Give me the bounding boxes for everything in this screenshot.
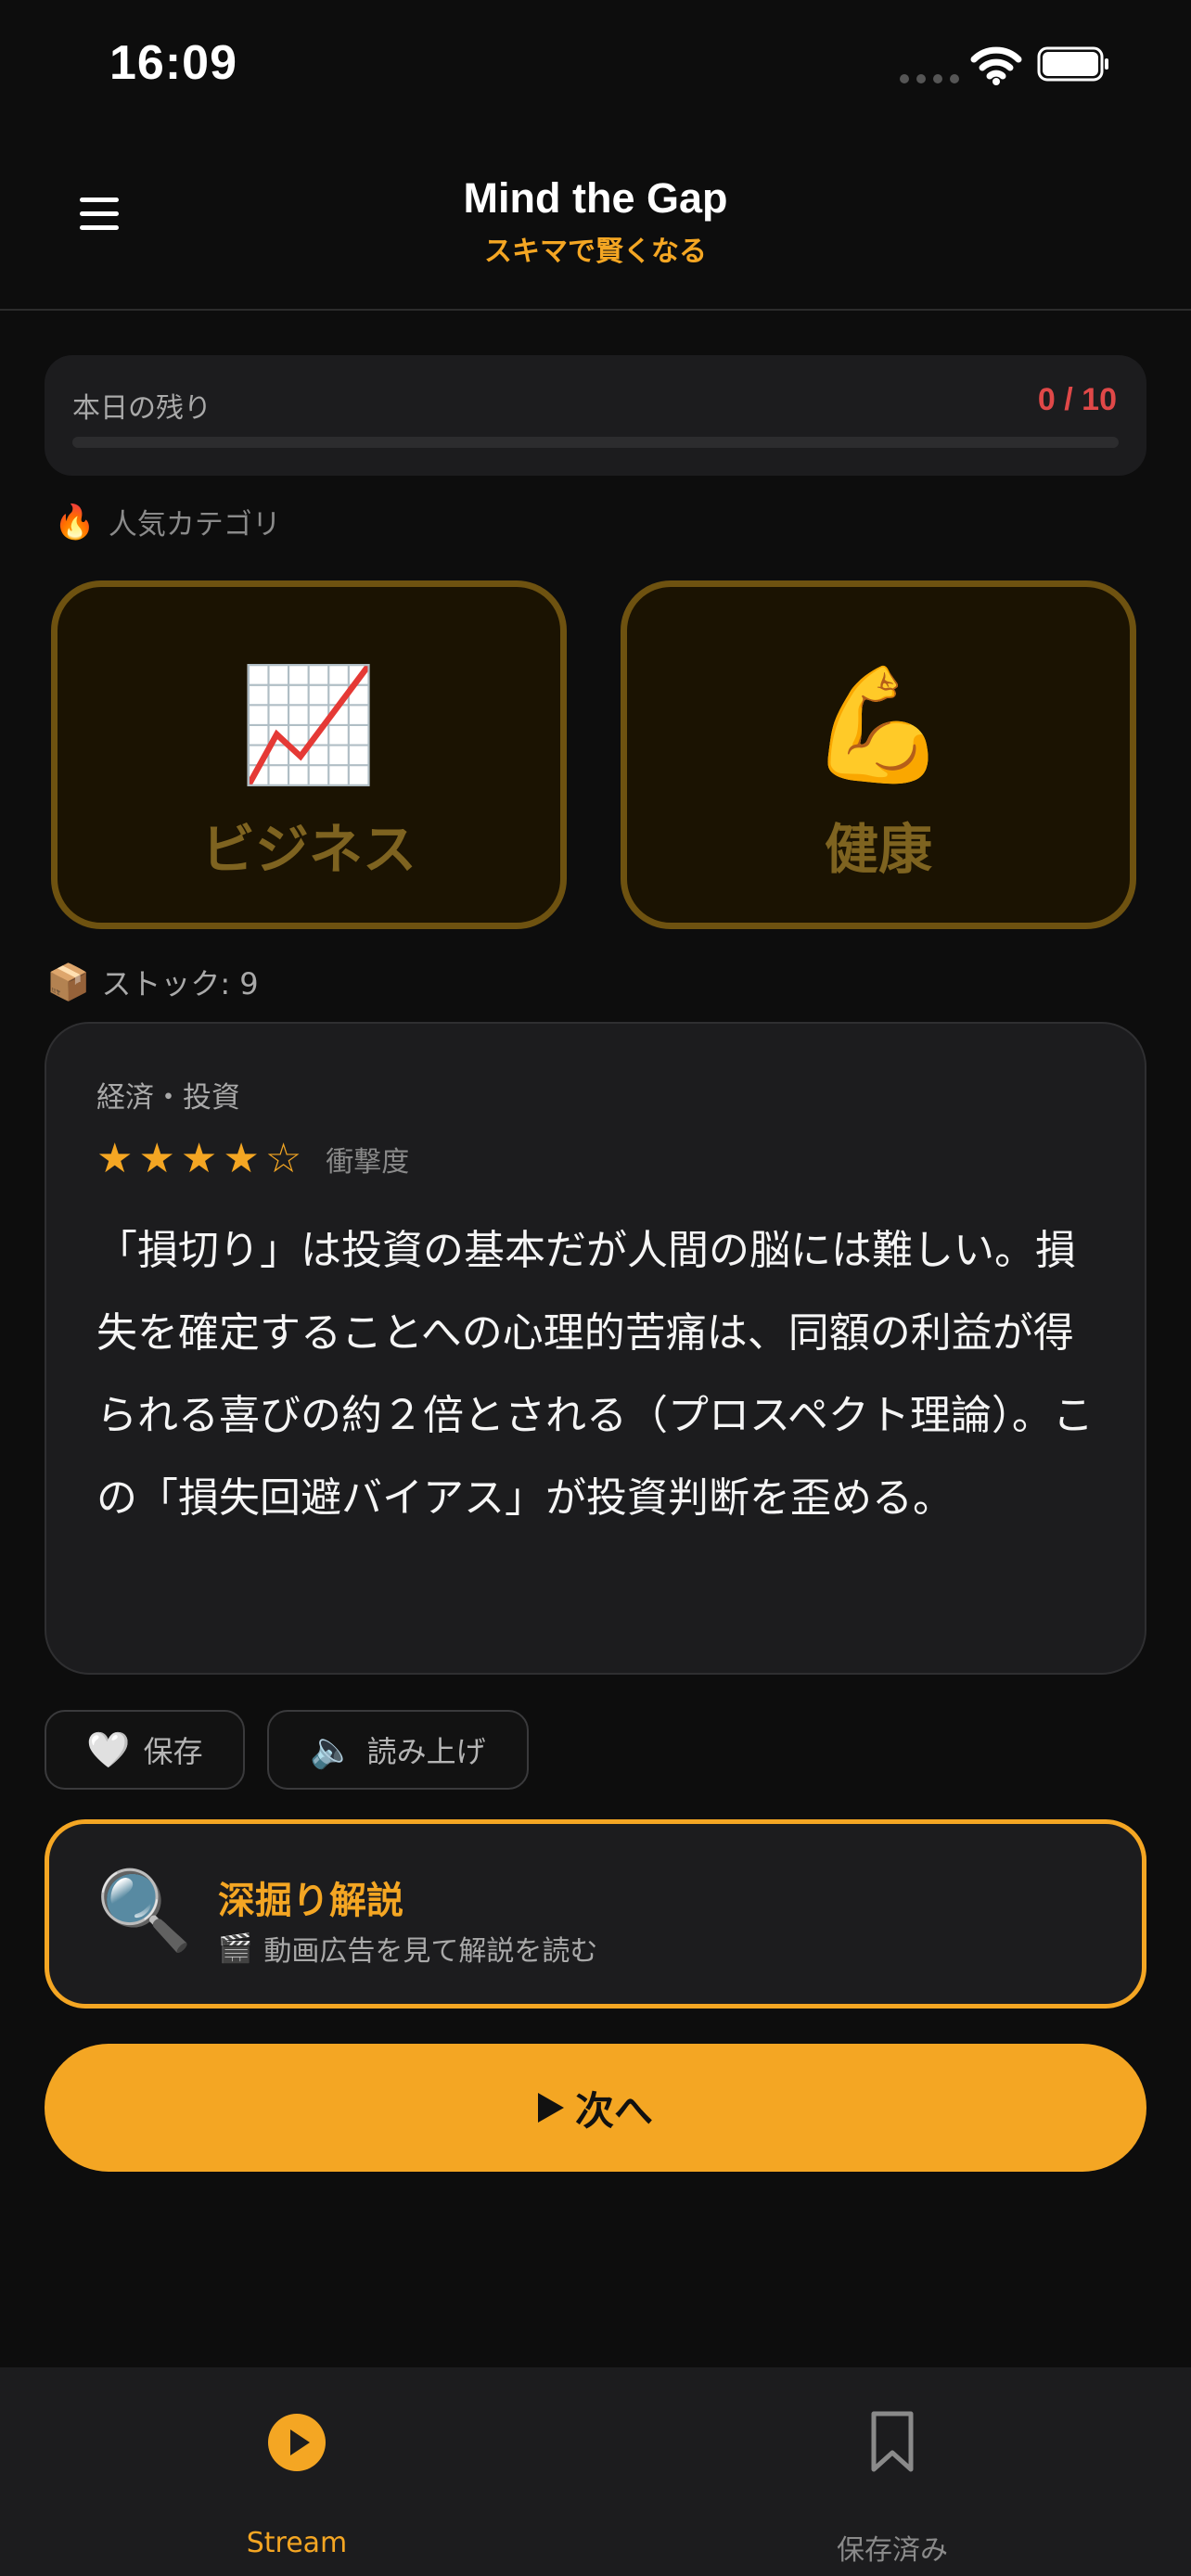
battery-icon (1037, 46, 1108, 82)
chart-increasing-icon: 📈 (239, 661, 378, 790)
category-label: 健康 (824, 818, 932, 881)
tab-stream-label: Stream (246, 2527, 348, 2559)
deep-dive-subtitle-text: 動画広告を見て解説を読む (263, 1935, 598, 1968)
header-divider (0, 309, 1191, 311)
star-icon: ★ (180, 1135, 218, 1182)
fire-icon: 🔥 (54, 503, 96, 542)
app-subtitle: スキマで賢くなる (484, 236, 707, 268)
deep-dive-button[interactable]: 🔍 深掘り解説 🎬 動画広告を見て解説を読む (45, 1819, 1146, 2009)
next-label: 次へ (574, 2087, 653, 2134)
tab-saved-label: 保存済み (837, 2534, 948, 2567)
star-outline-icon: ☆ (264, 1135, 302, 1182)
tab-stream[interactable]: Stream (111, 2367, 482, 2576)
stock-count: 📦 ストック: 9 (46, 961, 259, 1003)
stock-label: ストック: 9 (101, 966, 259, 1001)
category-card-health[interactable]: 💪 健康 (621, 580, 1136, 929)
heart-icon: 🤍 (86, 1728, 131, 1770)
impact-label: 衝撃度 (326, 1146, 410, 1179)
impact-rating: ★ ★ ★ ★ ☆ 衝撃度 (96, 1139, 409, 1180)
bookmark-icon (871, 2411, 914, 2472)
speaker-icon: 🔈 (310, 1728, 354, 1770)
deep-dive-subtitle: 🎬 動画広告を見て解説を読む (218, 1928, 597, 1969)
fact-text: 「損切り」は投資の基本だが人間の脳には難しい。損失を確定することへの心理的苦痛は… (96, 1227, 1094, 1522)
wifi-icon (970, 46, 1022, 85)
quota-progress-bar (72, 437, 1119, 448)
read-aloud-button[interactable]: 🔈 読み上げ (267, 1710, 529, 1790)
read-aloud-label: 読み上げ (366, 1734, 486, 1769)
play-icon (537, 2093, 564, 2123)
popular-label: 人気カテゴリ (108, 508, 281, 542)
play-circle-icon (268, 2414, 326, 2471)
fact-card: 経済・投資 ★ ★ ★ ★ ☆ 衝撃度 「損切り」は投資の基本だが人間の脳には難… (45, 1022, 1146, 1675)
app-title: Mind the Gap (463, 174, 728, 222)
clapper-icon: 🎬 (218, 1932, 253, 1965)
fact-category: 経済・投資 (96, 1081, 240, 1115)
magnifier-icon: 🔍 (96, 1865, 193, 1956)
status-time: 16:09 (109, 36, 237, 90)
deep-dive-title: 深掘り解説 (218, 1880, 403, 1922)
star-icon: ★ (96, 1135, 134, 1182)
category-label: ビジネス (200, 818, 416, 881)
tab-bar: Stream 保存済み (0, 2367, 1191, 2576)
star-icon: ★ (138, 1135, 175, 1182)
star-icon: ★ (223, 1135, 260, 1182)
package-icon: 📦 (46, 961, 91, 1002)
next-button[interactable]: 次へ (45, 2044, 1146, 2172)
cellular-signal-icon (900, 74, 959, 83)
daily-quota-card: 本日の残り 0 / 10 (45, 355, 1146, 476)
quota-label: 本日の残り (72, 392, 211, 425)
save-button[interactable]: 🤍 保存 (45, 1710, 245, 1790)
category-card-business[interactable]: 📈 ビジネス (51, 580, 567, 929)
popular-categories-heading: 🔥 人気カテゴリ (54, 501, 281, 542)
tab-saved[interactable]: 保存済み (707, 2367, 1078, 2576)
flexed-biceps-icon: 💪 (809, 661, 948, 790)
quota-value: 0 / 10 (1037, 382, 1117, 417)
save-label: 保存 (143, 1734, 203, 1769)
